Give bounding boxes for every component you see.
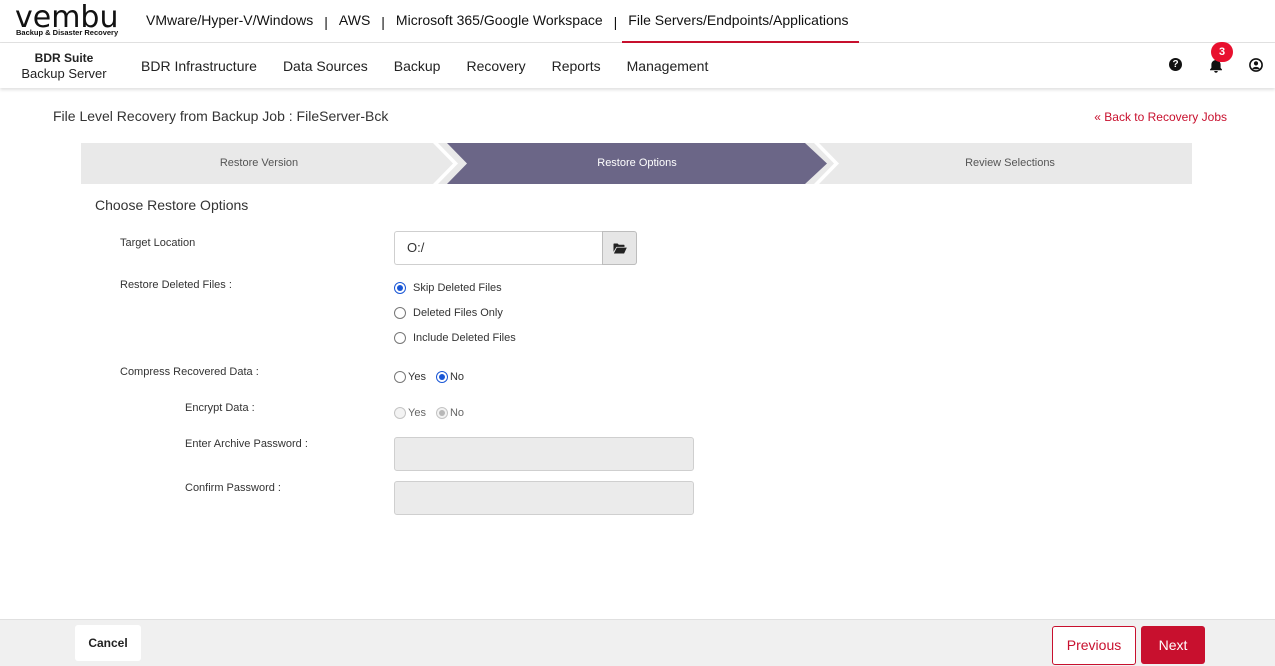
menu-management[interactable]: Management: [614, 58, 722, 74]
brand-line-2: Backup Server: [21, 66, 107, 81]
wizard-footer: Cancel Previous Next: [0, 619, 1275, 666]
compress-recovered-data-label: Compress Recovered Data :: [120, 366, 259, 378]
main-menu: BDR Infrastructure Data Sources Backup R…: [128, 43, 721, 88]
browse-folder-button[interactable]: [602, 231, 637, 265]
radio-label: Yes: [408, 371, 426, 383]
menu-reports[interactable]: Reports: [539, 58, 614, 74]
logo-tagline: Backup & Disaster Recovery: [16, 28, 119, 37]
menu-bdr-infrastructure[interactable]: BDR Infrastructure: [128, 58, 270, 74]
page-title: File Level Recovery from Backup Job : Fi…: [53, 108, 389, 124]
radio-encrypt-no[interactable]: [435, 407, 448, 419]
radio-label: No: [449, 407, 465, 419]
folder-open-icon: [613, 243, 627, 254]
menu-backup[interactable]: Backup: [381, 58, 454, 74]
radio-include-deleted-files[interactable]: [394, 332, 406, 344]
radio-label: Deleted Files Only: [413, 307, 503, 319]
restore-deleted-files-label: Restore Deleted Files :: [120, 279, 232, 291]
brand-line-1: BDR Suite: [34, 51, 94, 65]
question-circle-icon[interactable]: ?: [1169, 58, 1182, 71]
target-location-label: Target Location: [120, 237, 196, 249]
radio-compress-yes[interactable]: [394, 371, 406, 383]
compress-options: Yes No: [394, 371, 464, 383]
menu-recovery[interactable]: Recovery: [453, 58, 538, 74]
option-include-deleted-files: Include Deleted Files: [394, 332, 516, 344]
vembu-logo[interactable]: vembu Backup & Disaster Recovery: [15, 0, 125, 40]
step-restore-version[interactable]: Restore Version: [81, 143, 437, 184]
option-skip-deleted-files: Skip Deleted Files: [394, 282, 502, 294]
confirm-password-input[interactable]: [394, 481, 694, 515]
product-tab-m365[interactable]: Microsoft 365/Google Workspace: [386, 0, 613, 43]
main-nav: BDR Suite Backup Server BDR Infrastructu…: [0, 42, 1275, 88]
radio-label: Yes: [408, 407, 426, 419]
radio-label: Skip Deleted Files: [413, 282, 502, 294]
step-restore-options[interactable]: Restore Options: [449, 143, 825, 184]
product-brand: BDR Suite Backup Server: [18, 50, 110, 82]
next-button[interactable]: Next: [1141, 626, 1205, 664]
radio-skip-deleted-files[interactable]: [394, 282, 406, 294]
archive-password-label: Enter Archive Password :: [185, 438, 308, 450]
step-review-selections[interactable]: Review Selections: [827, 143, 1193, 184]
wizard-steps: Restore Version Restore Options Review S…: [81, 143, 1192, 184]
notification-count-badge[interactable]: 3: [1211, 42, 1233, 62]
product-tabs: VMware/Hyper-V/Windows | AWS | Microsoft…: [136, 0, 859, 43]
encrypt-data-label: Encrypt Data :: [185, 402, 255, 414]
back-to-recovery-jobs-link[interactable]: « Back to Recovery Jobs: [1094, 110, 1227, 124]
radio-label: No: [449, 371, 465, 383]
user-circle-icon[interactable]: [1249, 58, 1263, 72]
cancel-button[interactable]: Cancel: [75, 625, 141, 661]
product-tab-file-servers[interactable]: File Servers/Endpoints/Applications: [618, 0, 859, 43]
radio-encrypt-yes[interactable]: [394, 407, 406, 419]
menu-data-sources[interactable]: Data Sources: [270, 58, 381, 74]
radio-compress-no[interactable]: [435, 371, 448, 383]
confirm-password-label: Confirm Password :: [185, 482, 281, 494]
product-tab-aws[interactable]: AWS: [329, 0, 380, 43]
target-location-input[interactable]: O:/: [394, 231, 603, 265]
radio-label: Include Deleted Files: [413, 332, 516, 344]
top-bar: vembu Backup & Disaster Recovery VMware/…: [0, 0, 1275, 43]
radio-deleted-files-only[interactable]: [394, 307, 406, 319]
previous-button[interactable]: Previous: [1052, 626, 1136, 665]
archive-password-input[interactable]: [394, 437, 694, 471]
encrypt-options: Yes No: [394, 407, 464, 419]
product-tab-vmware[interactable]: VMware/Hyper-V/Windows: [136, 0, 323, 43]
section-title: Choose Restore Options: [95, 197, 249, 213]
option-deleted-files-only: Deleted Files Only: [394, 307, 503, 319]
